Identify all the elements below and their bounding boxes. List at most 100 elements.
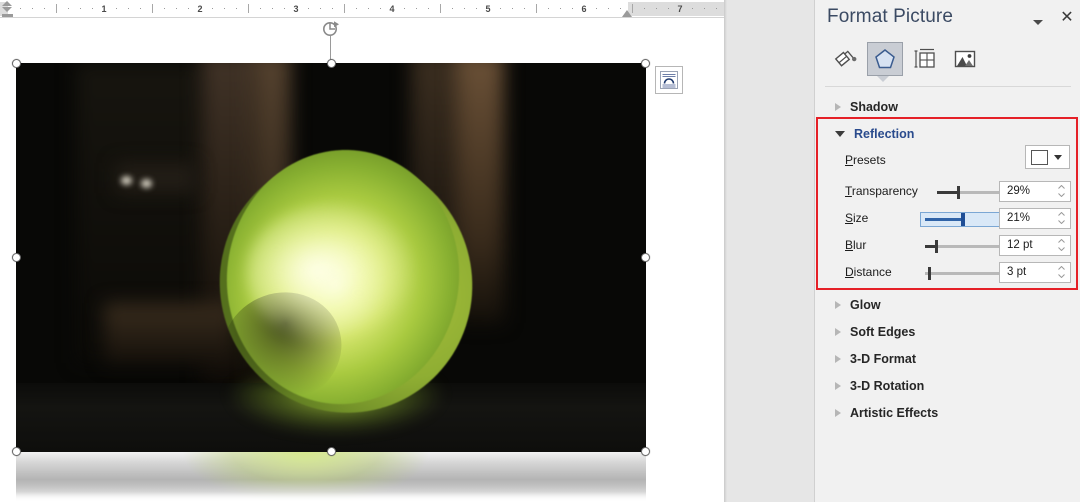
resize-handle-top-center[interactable] (327, 59, 336, 68)
picture-icon (953, 47, 977, 71)
tab-fill-line[interactable] (827, 42, 863, 76)
blur-value[interactable]: 12 pt (999, 235, 1071, 256)
ruler-number: 7 (677, 2, 682, 16)
presets-dropdown-button[interactable] (1025, 145, 1070, 169)
chevron-right-icon (835, 301, 841, 309)
section-3d-format[interactable]: 3-D Format (815, 345, 1080, 372)
ruler-dot (404, 8, 405, 9)
ruler-half-tick (440, 4, 441, 13)
chevron-down-icon (835, 131, 845, 137)
resize-handle-top-right[interactable] (641, 59, 650, 68)
ruler-dot (92, 8, 93, 9)
ruler-dot (164, 8, 165, 9)
size-spinner[interactable] (1057, 211, 1066, 227)
close-icon[interactable]: ✕ (1058, 9, 1076, 27)
left-indent-marker[interactable] (2, 0, 13, 18)
page-edge-shadow (724, 0, 727, 502)
ruler-dot (140, 8, 141, 9)
resize-handle-bottom-right[interactable] (641, 447, 650, 456)
ruler-dot (128, 8, 129, 9)
distance-slider[interactable] (925, 272, 1005, 275)
section-soft-edges[interactable]: Soft Edges (815, 318, 1080, 345)
panel-title: Format Picture (827, 6, 953, 28)
background-blur-shape (104, 303, 234, 363)
ruler-number: 2 (197, 2, 202, 16)
section-3d-rotation[interactable]: 3-D Rotation (815, 372, 1080, 399)
ruler-half-tick (248, 4, 249, 13)
distance-value-text: 3 pt (1007, 266, 1026, 278)
chevron-right-icon (835, 382, 841, 390)
transparency-value[interactable]: 29% (999, 181, 1071, 202)
blur-slider[interactable] (925, 245, 1005, 248)
section-label: Glow (850, 298, 881, 312)
ruler-number: 1 (101, 2, 106, 16)
ruler-dot (380, 8, 381, 9)
section-glow[interactable]: Glow (815, 291, 1080, 318)
blur-value-text: 12 pt (1007, 239, 1033, 251)
section-reflection[interactable]: Reflection (815, 120, 1080, 147)
resize-handle-bottom-left[interactable] (12, 447, 21, 456)
blur-label: Blur (845, 238, 866, 252)
ruler-dot (428, 8, 429, 9)
resize-handle-top-left[interactable] (12, 59, 21, 68)
ruler-dot (548, 8, 549, 9)
section-artistic-effects[interactable]: Artistic Effects (815, 399, 1080, 426)
ruler-dot (656, 8, 657, 9)
panel-header: Format Picture ✕ (815, 0, 1080, 40)
ruler-dot (716, 8, 717, 9)
transparency-label: Transparency (845, 184, 918, 198)
ruler-dot (416, 8, 417, 9)
section-label: Shadow (850, 100, 898, 114)
distance-spinner[interactable] (1057, 265, 1066, 281)
panel-tab-strip (815, 40, 1080, 80)
tab-picture[interactable] (947, 42, 983, 76)
size-slider[interactable] (925, 218, 1005, 221)
text-wrap-icon (659, 70, 679, 90)
ruler-dot (692, 8, 693, 9)
lamp-light-glow (246, 203, 416, 343)
transparency-row: Transparency 29% (815, 179, 1080, 205)
ruler-dot (668, 8, 669, 9)
tab-effects[interactable] (867, 42, 903, 76)
picture-image[interactable] (16, 63, 646, 452)
ruler-dot (284, 8, 285, 9)
ruler-dot (608, 8, 609, 9)
size-row: Size 21% (815, 206, 1080, 232)
layout-options-button[interactable] (655, 66, 683, 94)
ruler-dot (452, 8, 453, 9)
selected-picture[interactable] (16, 63, 646, 452)
background-highlight-dot (141, 179, 152, 188)
word-window: 1 2 3 4 5 6 7 (0, 0, 1080, 502)
horizontal-ruler[interactable]: 1 2 3 4 5 6 7 (0, 0, 724, 18)
rotate-icon[interactable] (321, 19, 341, 39)
chevron-right-icon (835, 103, 841, 111)
ruler-half-tick (152, 4, 153, 13)
distance-label: Distance (845, 265, 892, 279)
tab-size-properties[interactable] (907, 42, 943, 76)
reflection-fade (16, 452, 646, 502)
ruler-dot (32, 8, 33, 9)
ruler-dot (44, 8, 45, 9)
panel-divider (825, 86, 1071, 87)
ruler-dot (116, 8, 117, 9)
resize-handle-middle-left[interactable] (12, 253, 21, 262)
ruler-dot (620, 8, 621, 9)
transparency-spinner[interactable] (1057, 184, 1066, 200)
size-value[interactable]: 21% (999, 208, 1071, 229)
chevron-down-icon[interactable] (1029, 14, 1047, 30)
right-indent-marker[interactable] (622, 8, 633, 18)
ruler-half-tick (344, 4, 345, 13)
resize-handle-bottom-center[interactable] (327, 447, 336, 456)
ruler-dot (188, 8, 189, 9)
blur-spinner[interactable] (1057, 238, 1066, 254)
resize-handle-middle-right[interactable] (641, 253, 650, 262)
ruler-dot (476, 8, 477, 9)
ruler-right-margin-zone (628, 2, 724, 16)
section-shadow[interactable]: Shadow (815, 93, 1080, 120)
ruler-dot (212, 8, 213, 9)
ruler-dot (236, 8, 237, 9)
ruler-number: 6 (581, 2, 586, 16)
ruler-dot (524, 8, 525, 9)
distance-value[interactable]: 3 pt (999, 262, 1071, 283)
blur-row: Blur 12 pt (815, 233, 1080, 259)
